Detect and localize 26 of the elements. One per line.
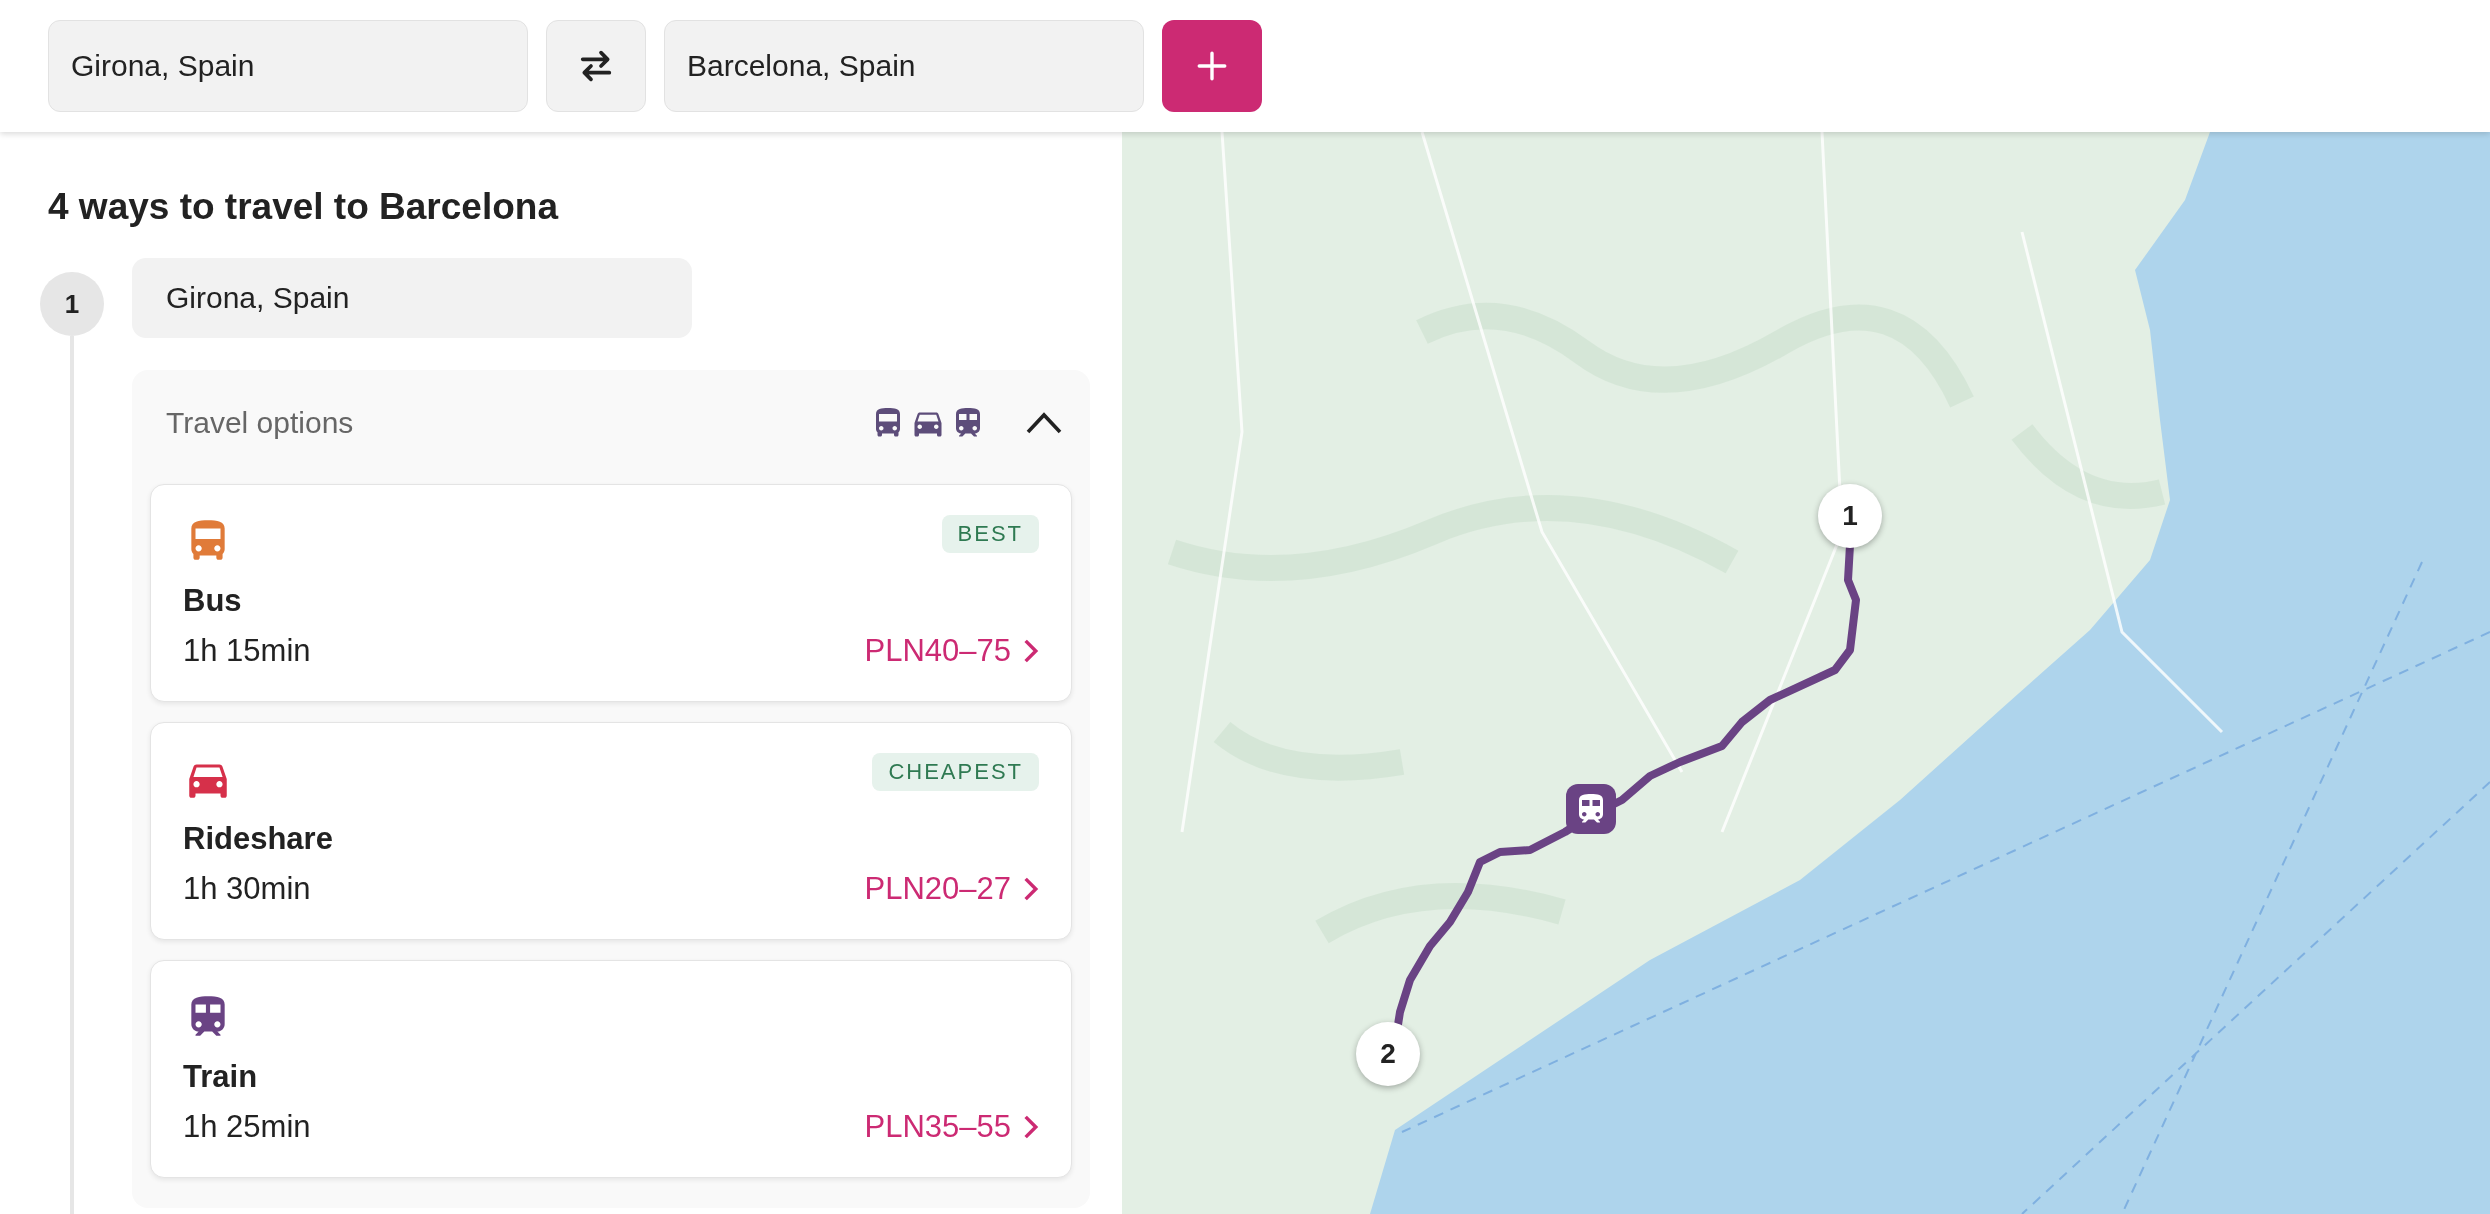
collapse-button[interactable] <box>1026 412 1062 434</box>
option-card[interactable]: BEST Bus 1h 15min PLN40–75 <box>150 484 1072 702</box>
option-name: Train <box>183 1059 259 1095</box>
results-heading: 4 ways to travel to Barcelona <box>48 186 560 228</box>
destination-field[interactable]: Barcelona, Spain <box>664 20 1144 112</box>
travel-options-title: Travel options <box>166 406 355 440</box>
option-name: Rideshare <box>183 821 334 857</box>
option-duration: 1h 30min <box>183 871 312 907</box>
option-name: Bus <box>183 583 243 619</box>
option-badge: BEST <box>941 515 1039 553</box>
option-card[interactable]: Train 1h 25min PLN35–55 <box>150 960 1072 1178</box>
origin-field[interactable]: Girona, Spain <box>48 20 528 112</box>
add-button[interactable] <box>1162 20 1262 112</box>
stop-place: Girona, Spain <box>132 258 692 338</box>
option-price: PLN40–75 <box>864 633 1011 669</box>
plus-icon <box>1195 49 1229 83</box>
option-badge: CHEAPEST <box>872 753 1039 791</box>
option-price: PLN20–27 <box>864 871 1011 907</box>
option-duration: 1h 15min <box>183 633 312 669</box>
stop-number: 1 <box>40 272 104 336</box>
option-price: PLN35–55 <box>864 1109 1011 1145</box>
train-station-marker[interactable] <box>1566 784 1616 834</box>
option-card[interactable]: CHEAPEST Rideshare 1h 30min PLN20–27 <box>150 722 1072 940</box>
option-duration: 1h 25min <box>183 1109 312 1145</box>
swap-button[interactable] <box>546 20 646 112</box>
chevron-icon <box>1026 412 1062 434</box>
